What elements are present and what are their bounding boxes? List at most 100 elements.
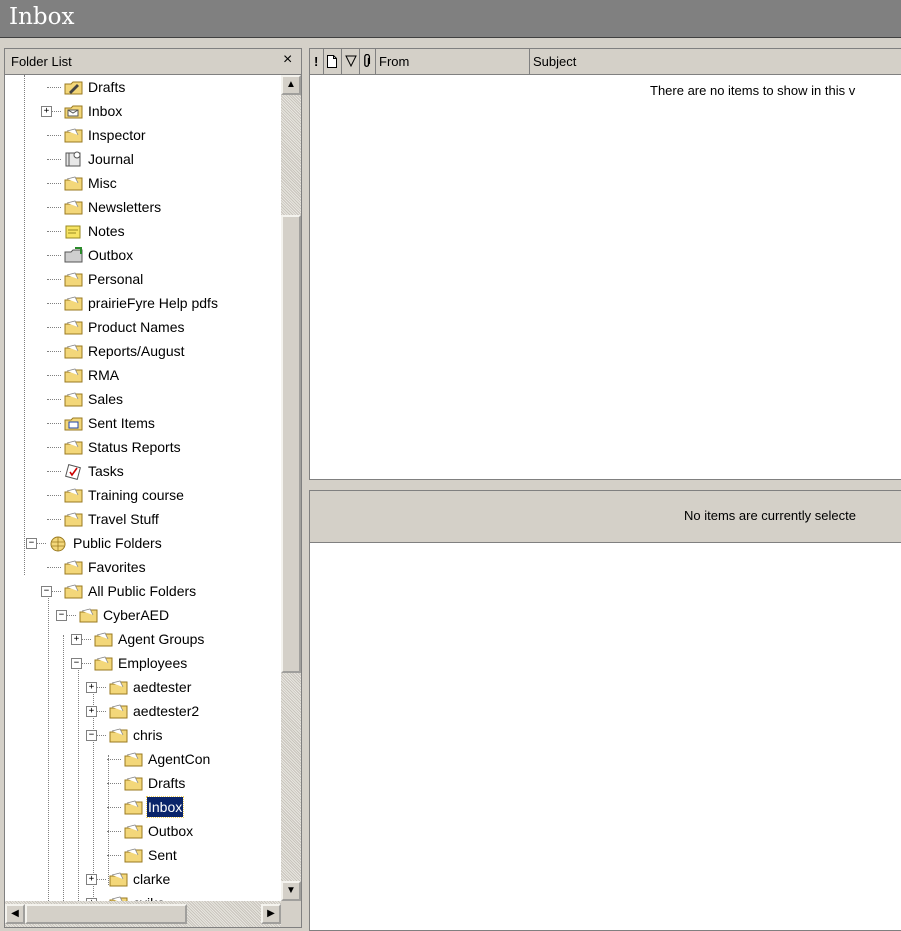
folder-icon	[62, 270, 84, 288]
folder-icon	[122, 798, 144, 816]
folder-item[interactable]: Sales	[62, 389, 124, 409]
tree-connector-line	[63, 635, 64, 901]
folder-item[interactable]: Newsletters	[62, 197, 162, 217]
tree-connector-line	[47, 207, 61, 208]
reading-pane-header: No items are currently selecte	[310, 491, 901, 543]
scroll-up-icon[interactable]: ▲	[281, 75, 301, 95]
icon-column-header[interactable]	[324, 49, 342, 74]
message-list[interactable]: ! From Subject There are no items to sho…	[309, 48, 901, 480]
scroll-left-icon[interactable]: ◀	[5, 904, 25, 924]
folder-icon	[107, 678, 129, 696]
expand-icon[interactable]: +	[86, 706, 97, 717]
collapse-icon[interactable]: −	[71, 658, 82, 669]
folder-item[interactable]: Product Names	[62, 317, 185, 337]
tree-connector-line	[47, 495, 61, 496]
folder-item[interactable]: Agent Groups	[92, 629, 205, 649]
public-folders-icon	[47, 534, 69, 552]
vertical-scroll-thumb[interactable]	[281, 215, 301, 673]
scroll-down-icon[interactable]: ▼	[281, 881, 301, 901]
folder-item-label: Sales	[88, 391, 124, 407]
folder-item-label: Status Reports	[88, 439, 181, 455]
folder-item-label: Drafts	[88, 79, 126, 95]
journal-icon	[62, 150, 84, 168]
folder-item[interactable]: Drafts	[122, 773, 186, 793]
folder-item-label: aedtester	[133, 679, 192, 695]
importance-column-header[interactable]: !	[310, 49, 324, 74]
folder-item[interactable]: Journal	[62, 149, 135, 169]
folder-tree-vertical-scrollbar[interactable]: ▲ ▼	[281, 75, 301, 901]
folder-item[interactable]: Inbox	[62, 101, 123, 121]
folder-item[interactable]: Training course	[62, 485, 185, 505]
folder-item[interactable]: Drafts	[62, 77, 126, 97]
folder-item[interactable]: Reports/August	[62, 341, 186, 361]
tree-connector-line	[107, 807, 121, 808]
folder-item[interactable]: Inspector	[62, 125, 147, 145]
folder-item[interactable]: Public Folders	[47, 533, 163, 553]
tree-connector-line	[47, 519, 61, 520]
expand-icon[interactable]: +	[41, 106, 52, 117]
folder-icon	[62, 294, 84, 312]
column-header-row: ! From Subject	[310, 49, 901, 75]
folder-item[interactable]: chris	[107, 725, 164, 745]
folder-tree[interactable]: Drafts + Inbox Inspector Journal Misc Newslett…	[5, 75, 281, 901]
paperclip-icon	[364, 53, 371, 67]
expand-icon[interactable]: +	[86, 682, 97, 693]
folder-icon	[62, 390, 84, 408]
tree-connector-line	[107, 759, 121, 760]
tree-connector-line	[108, 755, 109, 885]
folder-item[interactable]: AgentCon	[122, 749, 211, 769]
folder-item[interactable]: aedtester2	[107, 701, 200, 721]
folder-item[interactable]: prairieFyre Help pdfs	[62, 293, 219, 313]
folder-item[interactable]: All Public Folders	[62, 581, 197, 601]
folder-item[interactable]: Travel Stuff	[62, 509, 160, 529]
folder-item-label: chris	[133, 727, 163, 743]
close-icon[interactable]: ×	[283, 51, 292, 69]
folder-item[interactable]: Status Reports	[62, 437, 182, 457]
inbox-icon	[62, 102, 84, 120]
expand-icon[interactable]: +	[71, 634, 82, 645]
folder-item[interactable]: CyberAED	[77, 605, 170, 625]
collapse-icon[interactable]: −	[41, 586, 52, 597]
subject-column-header[interactable]: Subject	[530, 49, 901, 74]
no-selection-message: No items are currently selecte	[684, 508, 856, 523]
folder-item-label: Reports/August	[88, 343, 185, 359]
empty-list-message: There are no items to show in this v	[650, 83, 856, 98]
from-column-header[interactable]: From	[376, 49, 530, 74]
folder-item[interactable]: aedtester	[107, 677, 192, 697]
folder-item[interactable]: Personal	[62, 269, 144, 289]
folder-item[interactable]: Employees	[92, 653, 188, 673]
folder-pane: Folder List × Drafts + Inbox Inspector Journ…	[4, 48, 302, 928]
collapse-icon[interactable]: −	[86, 730, 97, 741]
folder-item[interactable]: Inbox	[122, 796, 185, 818]
folder-item[interactable]: Tasks	[62, 461, 125, 481]
folder-item[interactable]: Notes	[62, 221, 126, 241]
collapse-icon[interactable]: −	[56, 610, 67, 621]
attachment-column-header[interactable]	[360, 49, 376, 74]
folder-icon	[92, 654, 114, 672]
folder-item[interactable]: Favorites	[62, 557, 147, 577]
flag-column-header[interactable]	[342, 49, 360, 74]
horizontal-scroll-thumb[interactable]	[25, 904, 187, 924]
tree-connector-line	[47, 135, 61, 136]
collapse-icon[interactable]: −	[26, 538, 37, 549]
folder-item[interactable]: Outbox	[122, 821, 194, 841]
folder-item[interactable]: Misc	[62, 173, 118, 193]
expand-icon[interactable]: +	[86, 874, 97, 885]
scroll-right-icon[interactable]: ▶	[261, 904, 281, 924]
folder-item[interactable]: cvike	[107, 893, 166, 901]
sent-items-icon	[62, 414, 84, 432]
folder-item[interactable]: Sent Items	[62, 413, 156, 433]
tree-connector-line	[107, 855, 121, 856]
tree-connector-line	[24, 75, 25, 575]
folder-item[interactable]: Sent	[122, 845, 178, 865]
tree-connector-line	[47, 159, 61, 160]
notes-icon	[62, 222, 84, 240]
folder-tree-horizontal-scrollbar[interactable]: ◀ ▶	[5, 901, 281, 927]
folder-item[interactable]: clarke	[107, 869, 171, 889]
folder-item[interactable]: Outbox	[62, 245, 134, 265]
folder-icon	[122, 774, 144, 792]
tree-connector-line	[107, 831, 121, 832]
folder-item[interactable]: RMA	[62, 365, 120, 385]
folder-icon	[62, 126, 84, 144]
tasks-icon	[62, 462, 84, 480]
